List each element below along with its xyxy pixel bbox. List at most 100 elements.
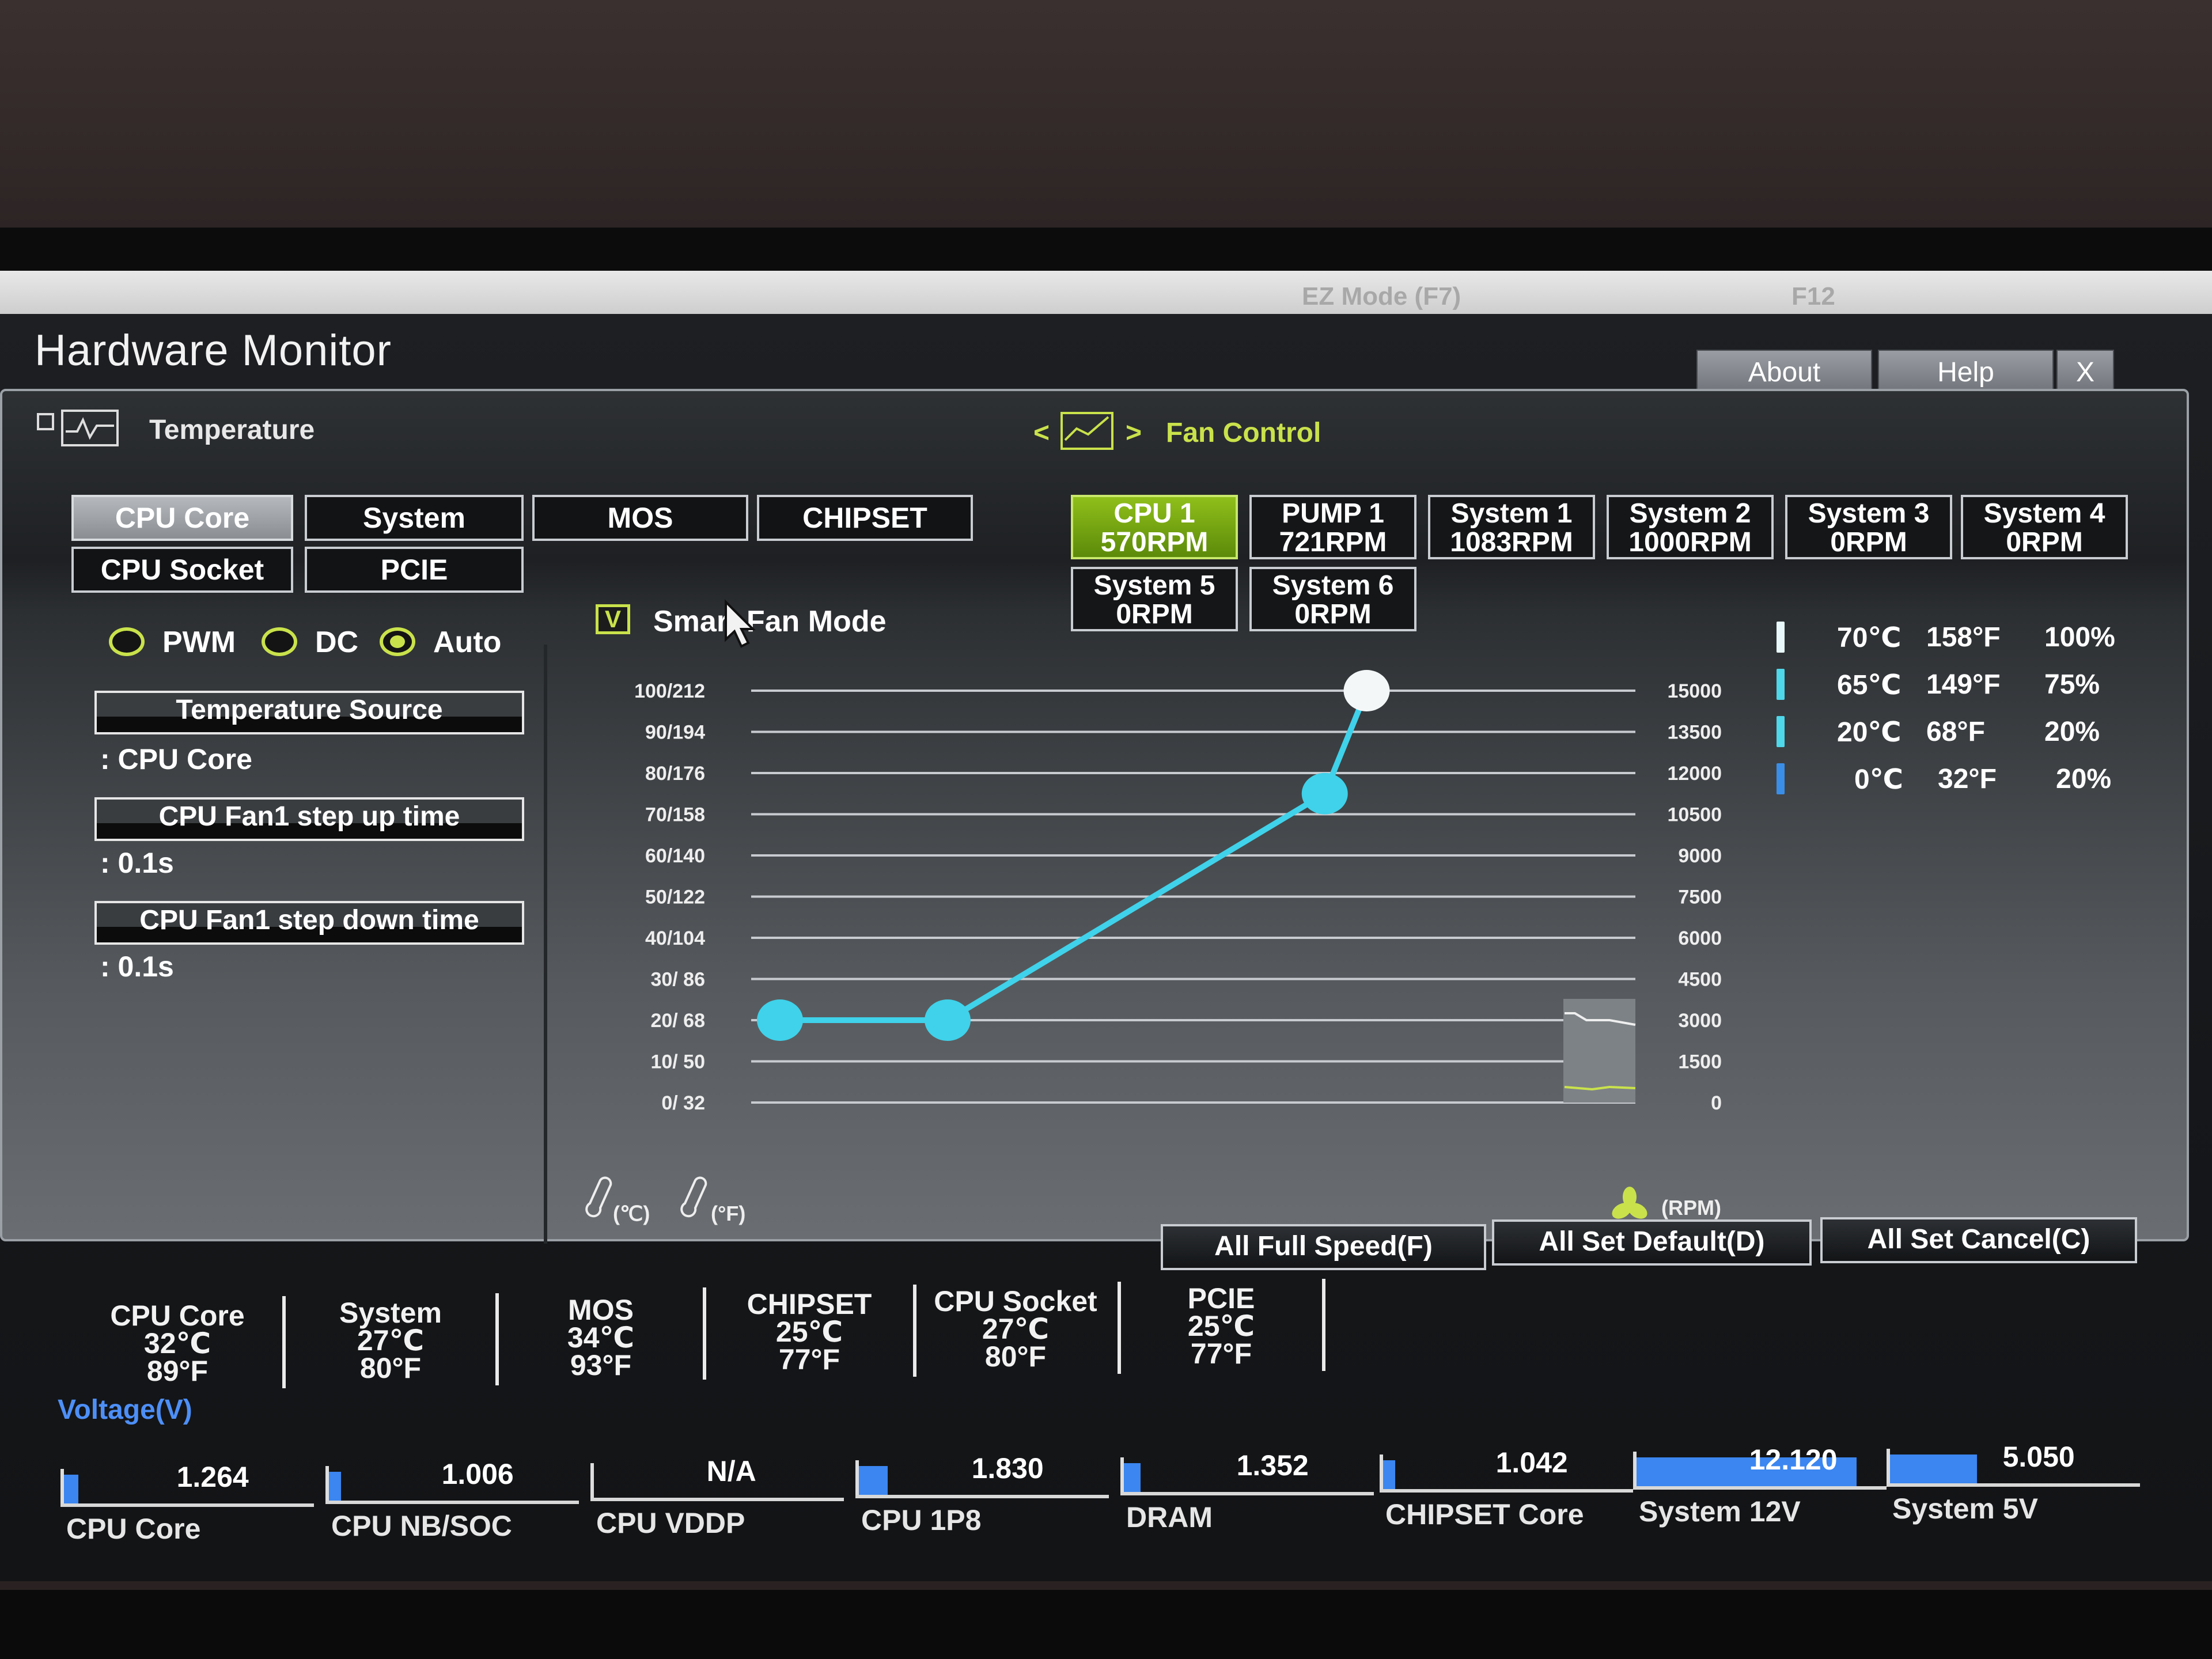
legend-c-2: 65℃ [1837,670,1902,700]
y-tick-label-left: 90/194 [645,722,705,744]
fan-curve-point[interactable] [1301,772,1348,815]
voltage-baseline [855,1495,1109,1498]
y-tick-label-left: 70/158 [645,804,705,826]
ez-mode-label[interactable]: EZ Mode (F7) [1302,282,1461,311]
legend-c-1: 70℃ [1837,623,1902,653]
y-tick-label-left: 100/212 [634,680,705,702]
step-down-time-button[interactable]: CPU Fan1 step down time [94,901,524,945]
help-button[interactable]: Help [1878,350,2054,393]
monitor-bezel-bottom [0,1590,2212,1659]
legend-bar-1 [1777,622,1785,653]
temperature-header: Temperature [149,415,315,445]
unit-rpm: (RPM) [1661,1196,1721,1219]
fan-control-graph-icon [1060,412,1113,450]
y-tick-label-right: 12000 [1667,763,1722,785]
voltage-value: 1.006 [441,1458,514,1490]
voltage-bar-fill [859,1466,888,1495]
panel-divider [544,645,547,1244]
fan-curve-point[interactable] [925,999,971,1041]
fan-button-system2[interactable]: System 2 1000RPM [1607,495,1774,559]
fan-control-header: Fan Control [1166,418,1321,448]
voltage-bar-fill [329,1472,341,1501]
readout-fahrenheit: 80°F [984,1340,1047,1373]
readout-fahrenheit: 77°F [778,1343,840,1376]
temp-sensor-system[interactable]: System [305,495,524,541]
voltage-bar-fill [1890,1455,1978,1483]
temp-sensor-mos[interactable]: MOS [532,495,748,541]
temp-sensor-pcie[interactable]: PCIE [305,547,524,593]
readout-separator [703,1287,706,1380]
pwm-radio[interactable] [109,627,145,656]
fan-button-system4[interactable]: System 4 0RPM [1961,495,2128,559]
smart-fan-checkbox[interactable]: V [596,604,630,634]
about-button[interactable]: About [1696,350,1872,393]
voltage-baseline [1120,1492,1374,1495]
legend-c-4: 0℃ [1854,764,1903,795]
voltage-baseline [1633,1486,1887,1490]
temp-sensor-cpu-socket[interactable]: CPU Socket [71,547,293,593]
voltage-value: 5.050 [2002,1441,2075,1473]
voltage-baseline [60,1503,314,1507]
readout-separator [913,1285,916,1377]
readout-celsius: 27℃ [982,1313,1050,1345]
step-up-time-button[interactable]: CPU Fan1 step up time [94,797,524,841]
close-button[interactable]: X [2056,350,2114,393]
fan-curve-chart[interactable]: 100/212 1500090/194 1350080/176 1200070/158… [573,639,1748,1249]
fan-button-pump1[interactable]: PUMP 1 721RPM [1249,495,1416,559]
all-set-cancel-button[interactable]: All Set Cancel(C) [1820,1217,2137,1263]
fan-button-system1[interactable]: System 1 1083RPM [1428,495,1595,559]
legend-f-1: 158°F [1926,622,2001,653]
monitor-bezel-top [0,228,2212,274]
fan-button-system6[interactable]: System 6 0RPM [1249,567,1416,631]
smart-fan-label: Smart Fan Mode [653,605,887,638]
fan-button-cpu1[interactable]: CPU 1 570RPM [1071,495,1238,559]
dc-radio[interactable] [262,627,297,656]
voltage-name: CPU VDDP [596,1507,745,1539]
fan-rpm: 0RPM [1116,599,1193,630]
y-tick-label-left: 50/122 [645,887,705,908]
temp-sensor-chipset[interactable]: CHIPSET [757,495,973,541]
unit-celsius: (℃) [613,1202,650,1225]
voltage-name: CHIPSET Core [1385,1498,1584,1531]
temperature-source-value: : CPU Core [100,743,252,775]
fan-curve-point[interactable] [1343,670,1390,711]
legend-pct-3: 20% [2044,717,2100,747]
fan-button-system3[interactable]: System 3 0RPM [1785,495,1952,559]
temperature-source-button[interactable]: Temperature Source [94,691,524,734]
voltage-name: DRAM [1126,1501,1213,1533]
thermometer-icon [680,1176,707,1218]
readout-separator [1118,1282,1121,1374]
upper-panel: Temperature < > Fan Control CPU Core Sys… [0,389,2189,1244]
pwm-label: PWM [162,626,236,659]
f12-label[interactable]: F12 [1791,282,1835,311]
all-full-speed-button[interactable]: All Full Speed(F) [1161,1224,1486,1270]
voltage-value: N/A [706,1455,756,1487]
fan-button-system5[interactable]: System 5 0RPM [1071,567,1238,631]
y-tick-label-right: 0 [1711,1092,1722,1114]
temperature-graph-icon [37,410,119,446]
readout-separator [1322,1279,1325,1371]
legend-pct-2: 75% [2044,669,2100,700]
fan-name: System 4 [1983,498,2105,529]
all-set-default-button[interactable]: All Set Default(D) [1492,1219,1812,1266]
voltage-value: 1.264 [176,1461,249,1493]
temp-sensor-cpu-core[interactable]: CPU Core [71,495,293,541]
y-tick-label-left: 60/140 [645,845,705,867]
fan-icon [1612,1187,1647,1219]
readout-cpu-core: CPU Core 32℃ 89°F [82,1301,272,1385]
fan-nav-right[interactable]: > [1126,417,1142,449]
background-room [0,0,2212,242]
legend-f-4: 32°F [1938,764,1997,794]
readout-chipset: CHIPSET 25℃ 77°F [714,1290,904,1376]
fan-curve-point[interactable] [757,999,803,1041]
legend-bar-4 [1777,763,1785,794]
y-tick-label-left: 40/104 [645,927,705,949]
readout-celsius: 34℃ [567,1321,635,1354]
legend-bar-3 [1777,716,1785,747]
readout-celsius: 32℃ [143,1327,211,1359]
voltage-baseline [590,1498,844,1501]
auto-radio[interactable] [380,627,415,656]
fan-nav-left[interactable]: < [1033,417,1050,449]
y-tick-label-right: 7500 [1678,887,1722,908]
readout-system: System 27℃ 80°F [296,1298,486,1382]
